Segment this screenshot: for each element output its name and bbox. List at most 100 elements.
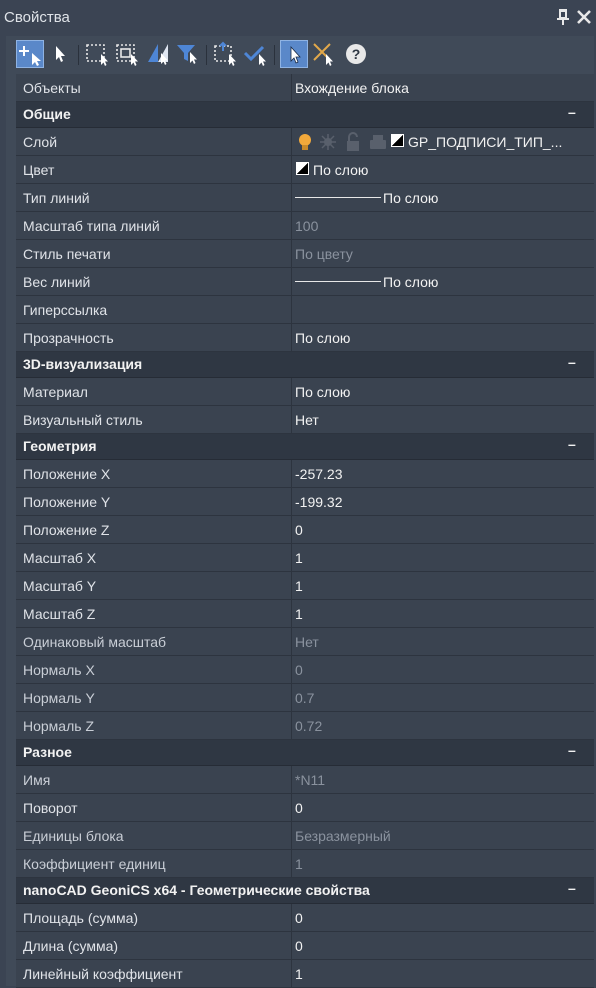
block-units-field[interactable]: Безразмерный <box>291 822 595 849</box>
property-value: 1 <box>295 856 303 872</box>
property-value: GP_ПОДПИСИ_ТИП_... <box>408 134 563 150</box>
property-label: Поворот <box>23 800 78 816</box>
property-value: По слою <box>383 190 439 206</box>
objects-selector[interactable]: Вхождение блока <box>291 74 595 101</box>
toolbar-separator <box>274 45 275 65</box>
quick-select-icon[interactable] <box>144 40 172 68</box>
property-label: Материал <box>23 384 88 400</box>
property-row-objects[interactable]: Объекты Вхождение блока <box>16 74 594 102</box>
property-value: По слою <box>383 274 439 290</box>
rotation-field[interactable]: 0 <box>291 794 595 821</box>
normal-x-field[interactable]: 0 <box>291 656 595 683</box>
property-row-position-y[interactable]: Положение Y -199.32 <box>16 488 594 516</box>
property-label: Масштаб X <box>23 550 97 566</box>
category-geonics-geometry[interactable]: nanoCAD GeoniCS x64 - Геометрические сво… <box>16 878 594 904</box>
property-row-scale-z[interactable]: Масштаб Z 1 <box>16 600 594 628</box>
property-row-scale-y[interactable]: Масштаб Y 1 <box>16 572 594 600</box>
transparency-field[interactable]: По слою <box>291 324 595 351</box>
select-similar-icon[interactable] <box>212 40 240 68</box>
add-select-icon[interactable] <box>16 40 44 68</box>
property-row-plotstyle[interactable]: Стиль печати По цвету <box>16 240 594 268</box>
collapse-toggle[interactable] <box>568 436 582 456</box>
property-row-rotation[interactable]: Поворот 0 <box>16 794 594 822</box>
position-x-field[interactable]: -257.23 <box>291 460 595 487</box>
close-icon[interactable] <box>575 8 593 26</box>
property-row-layer[interactable]: Слой GP_ПОДПИСИ_ТИП_... <box>16 128 594 156</box>
category-general[interactable]: Общие <box>16 102 594 128</box>
property-row-area-sum[interactable]: Площадь (сумма) 0 <box>16 904 594 932</box>
length-sum-field[interactable]: 0 <box>291 932 595 959</box>
property-value: По цвету <box>295 246 353 262</box>
property-value: 0.72 <box>295 718 323 734</box>
lineweight-selector[interactable]: По слою <box>291 268 595 295</box>
normal-y-field[interactable]: 0.7 <box>291 684 595 711</box>
property-row-scale-x[interactable]: Масштаб X 1 <box>16 544 594 572</box>
property-row-position-z[interactable]: Положение Z 0 <box>16 516 594 544</box>
position-z-field[interactable]: 0 <box>291 516 595 543</box>
property-row-linetype[interactable]: Тип линий По слою <box>16 184 594 212</box>
property-row-position-x[interactable]: Положение X -257.23 <box>16 460 594 488</box>
scale-y-field[interactable]: 1 <box>291 572 595 599</box>
select-object-icon[interactable] <box>46 40 74 68</box>
property-label: Площадь (сумма) <box>23 910 139 926</box>
property-row-transparency[interactable]: Прозрачность По слою <box>16 324 594 352</box>
unit-factor-field[interactable]: 1 <box>291 850 595 877</box>
property-row-block-units[interactable]: Единицы блока Безразмерный <box>16 822 594 850</box>
printer-icon <box>370 135 386 149</box>
ltscale-field[interactable]: 100 <box>291 212 595 239</box>
pin-icon[interactable] <box>556 8 570 26</box>
linear-factor-field[interactable]: 1 <box>291 960 595 987</box>
property-label: Одинаковый масштаб <box>23 634 167 650</box>
property-label: Нормаль Y <box>23 690 95 706</box>
property-row-material[interactable]: Материал По слою <box>16 378 594 406</box>
lightbulb-icon <box>299 134 311 150</box>
category-geometry[interactable]: Геометрия <box>16 434 594 460</box>
name-field[interactable]: *N11 <box>291 766 595 793</box>
linetype-preview <box>295 197 381 198</box>
category-misc[interactable]: Разное <box>16 740 594 766</box>
deselect-icon[interactable] <box>310 40 338 68</box>
help-icon[interactable]: ? <box>342 40 370 68</box>
property-row-name[interactable]: Имя *N11 <box>16 766 594 794</box>
layer-selector[interactable]: GP_ПОДПИСИ_ТИП_... <box>291 128 595 155</box>
position-y-field[interactable]: -199.32 <box>291 488 595 515</box>
normal-z-field[interactable]: 0.72 <box>291 712 595 739</box>
category-3d-visualization[interactable]: 3D-визуализация <box>16 352 594 378</box>
color-selector[interactable]: По слою <box>291 156 595 183</box>
material-selector[interactable]: По слою <box>291 378 595 405</box>
category-title: Геометрия <box>23 438 97 454</box>
scale-x-field[interactable]: 1 <box>291 544 595 571</box>
category-title: nanoCAD GeoniCS x64 - Геометрические сво… <box>23 882 370 898</box>
select-crossing-icon[interactable] <box>114 40 142 68</box>
lock-icon <box>347 132 359 151</box>
property-row-visual-style[interactable]: Визуальный стиль Нет <box>16 406 594 434</box>
property-row-unit-factor[interactable]: Коэффициент единиц 1 <box>16 850 594 878</box>
collapse-toggle[interactable] <box>568 354 582 374</box>
linetype-selector[interactable]: По слою <box>291 184 595 211</box>
property-row-normal-y[interactable]: Нормаль Y 0.7 <box>16 684 594 712</box>
filter-icon[interactable] <box>174 40 202 68</box>
property-row-color[interactable]: Цвет По слою <box>16 156 594 184</box>
select-window-icon[interactable] <box>84 40 112 68</box>
collapse-toggle[interactable] <box>568 880 582 900</box>
scale-z-field[interactable]: 1 <box>291 600 595 627</box>
property-row-hyperlink[interactable]: Гиперссылка <box>16 296 594 324</box>
hyperlink-field[interactable] <box>291 296 595 323</box>
property-row-normal-x[interactable]: Нормаль X 0 <box>16 656 594 684</box>
plotstyle-field[interactable]: По цвету <box>291 240 595 267</box>
visual-style-selector[interactable]: Нет <box>291 406 595 433</box>
collapse-toggle[interactable] <box>568 104 582 124</box>
property-row-linear-factor[interactable]: Линейный коэффициент 1 <box>16 960 594 988</box>
property-row-length-sum[interactable]: Длина (сумма) 0 <box>16 932 594 960</box>
property-row-ltscale[interactable]: Масштаб типа линий 100 <box>16 212 594 240</box>
property-row-uniform-scale[interactable]: Одинаковый масштаб Нет <box>16 628 594 656</box>
property-row-normal-z[interactable]: Нормаль Z 0.72 <box>16 712 594 740</box>
uniform-scale-field[interactable]: Нет <box>291 628 595 655</box>
area-sum-field[interactable]: 0 <box>291 904 595 931</box>
property-value: По слою <box>313 162 369 178</box>
select-checked-icon[interactable] <box>242 40 270 68</box>
collapse-toggle[interactable] <box>568 742 582 762</box>
property-row-lineweight[interactable]: Вес линий По слою <box>16 268 594 296</box>
pick-mode-icon[interactable] <box>280 40 308 68</box>
help-glyph: ? <box>352 46 361 62</box>
